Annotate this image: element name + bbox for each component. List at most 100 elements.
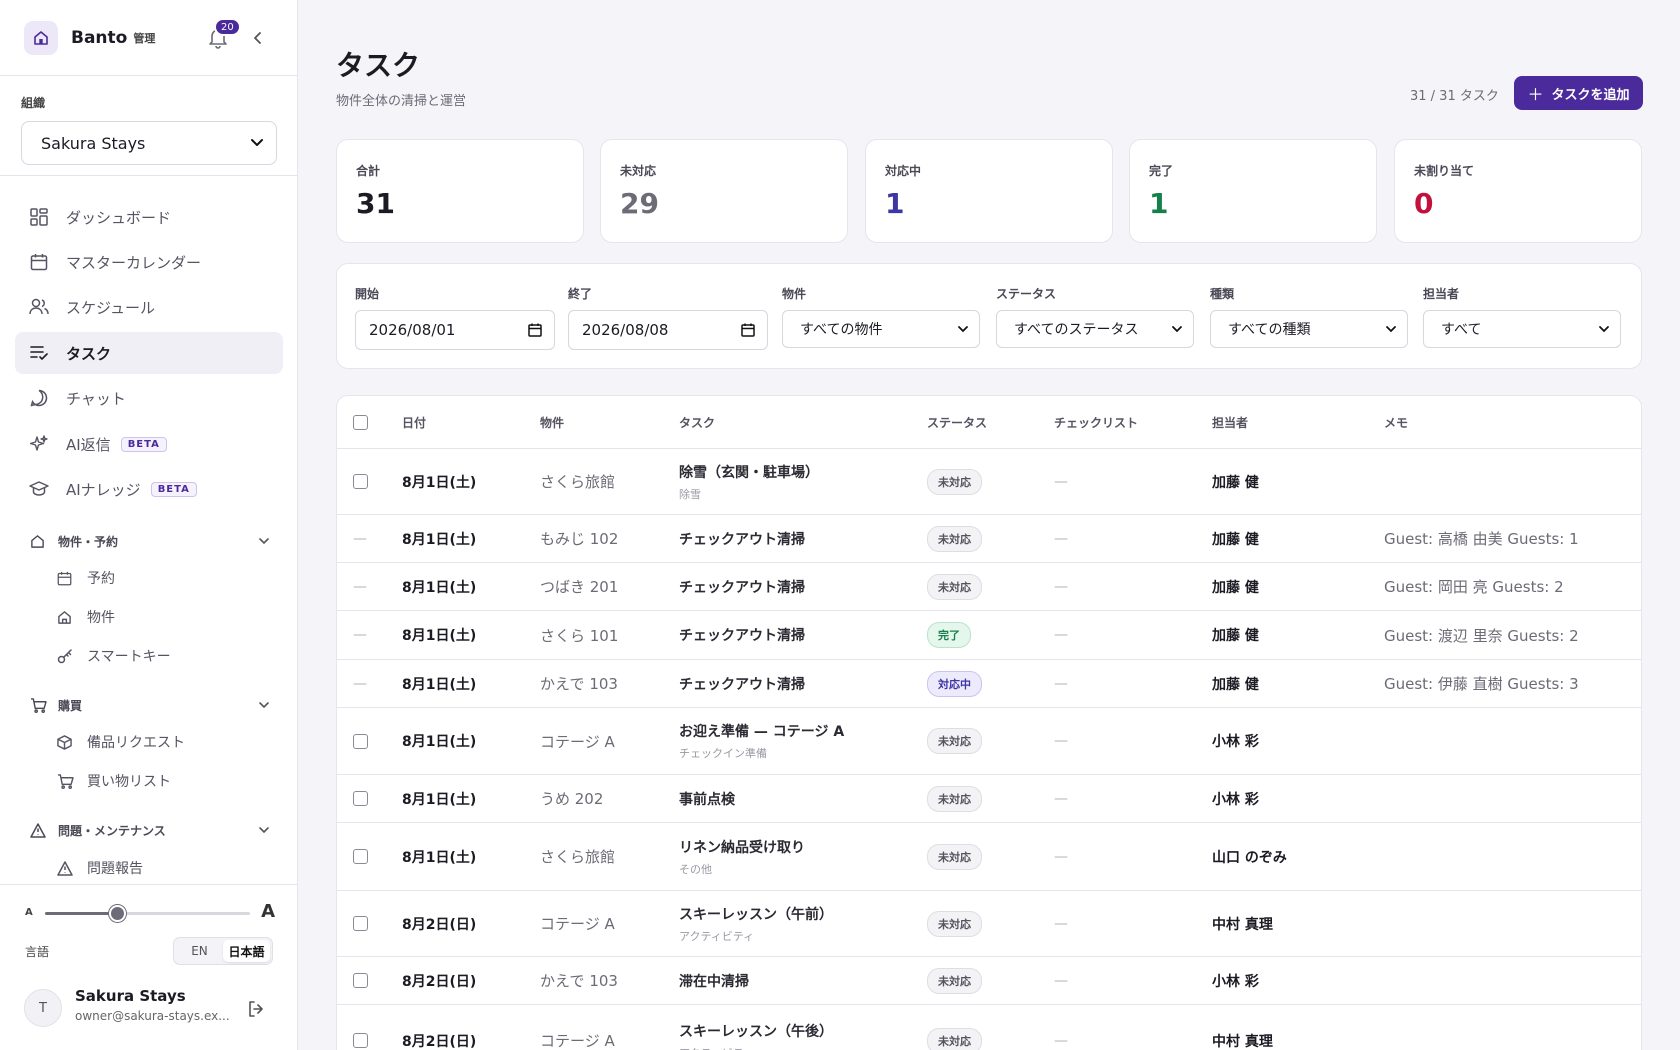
column-header-date[interactable]: 日付 [402,396,426,448]
slider-thumb[interactable] [108,905,126,922]
calendar-icon[interactable] [528,323,542,337]
column-header-task[interactable]: タスク [679,396,715,448]
task-title[interactable]: お迎え準備 — コテージ A [679,721,844,741]
task-title[interactable]: チェックアウト清掃 [679,577,805,597]
status-badge[interactable]: 未対応 [927,728,982,754]
task-title[interactable]: チェックアウト清掃 [679,674,805,694]
row-checkbox[interactable] [353,916,368,931]
task-title[interactable]: スキーレッスン（午後） [679,1021,833,1041]
status-badge[interactable]: 未対応 [927,910,982,937]
property-select[interactable]: すべての物件 [782,310,980,348]
sidebar-item-supply-requests[interactable]: 備品リクエスト [57,730,185,754]
task-cell[interactable]: チェックアウト清掃 [679,611,805,659]
table-row[interactable]: — 8月1日(土) かえで 103 チェックアウト清掃 対応中 — 加藤 健 Guest: 伊… [337,659,1641,707]
status-cell: 未対応 [927,891,982,956]
nav-item-tasks[interactable]: タスク [15,332,283,374]
checklist-cell: — [1054,515,1068,562]
task-cell[interactable]: 事前点検 [679,775,735,822]
status-badge[interactable]: 対応中 [927,670,982,697]
status-select[interactable]: すべてのステータス [996,310,1194,348]
table-row[interactable]: — 8月1日(土) さくら 101 チェックアウト清掃 完了 — 加藤 健 Guest: 渡辺… [337,610,1641,659]
row-checkbox[interactable] [353,849,368,864]
task-cell[interactable]: お迎え準備 — コテージ A チェックイン準備 [679,708,844,774]
status-badge[interactable]: 未対応 [927,573,982,600]
checklist-value: — [1054,733,1068,749]
table-row[interactable]: — 8月1日(土) つばき 201 チェックアウト清掃 未対応 — 加藤 健 Guest: 岡… [337,562,1641,610]
task-title[interactable]: チェックアウト清掃 [679,625,805,645]
sidebar-item-smart-key[interactable]: スマートキー [57,644,171,668]
task-title[interactable]: チェックアウト清掃 [679,529,805,549]
task-date: 8月1日(土) [402,676,477,693]
nav-item-ai-knowledge[interactable]: AIナレッジ BETA [15,468,283,510]
table-row[interactable]: 8月2日(日) かえで 103 滞在中清掃 未対応 — 小林 彩 [337,956,1641,1004]
task-cell[interactable]: 滞在中清掃 [679,957,749,1004]
nav-item-dashboard[interactable]: ダッシュボード [15,196,283,238]
column-header-checklist[interactable]: チェックリスト [1054,396,1138,448]
table-row[interactable]: 8月1日(土) さくら旅館 除雪（玄関・駐車場） 除雪 未対応 — 加藤 健 [337,448,1641,514]
task-date: 8月1日(土) [402,734,477,750]
task-cell[interactable]: スキーレッスン（午前） アクティビティ [679,891,833,956]
row-checkbox[interactable] [353,791,368,806]
section-properties-bookings[interactable]: 物件・予約 [30,530,270,552]
assignee-select[interactable]: すべて [1423,310,1621,348]
status-badge[interactable]: 未対応 [927,525,982,552]
select-all-checkbox[interactable] [353,414,368,430]
status-badge[interactable]: 完了 [927,622,971,648]
sidebar-item-shopping-list[interactable]: 買い物リスト [57,769,171,793]
sidebar-item-reservations[interactable]: 予約 [57,566,115,590]
task-title[interactable]: 滞在中清掃 [679,971,749,991]
task-cell[interactable]: 除雪（玄関・駐車場） 除雪 [679,449,819,514]
task-date: 8月1日(土) [402,579,477,596]
task-cell[interactable]: リネン納品受け取り その他 [679,823,805,890]
sidebar-item-properties[interactable]: 物件 [57,605,115,629]
row-checkbox[interactable] [353,474,368,489]
nav-item-schedule[interactable]: スケジュール [15,286,283,328]
assignee-cell: 加藤 健 [1212,563,1259,610]
logout-icon[interactable] [246,999,266,1023]
task-title[interactable]: スキーレッスン（午前） [679,904,833,924]
lang-ja-button[interactable]: 日本語 [223,940,270,962]
nav-item-master-calendar[interactable]: マスターカレンダー [15,241,283,283]
type-select[interactable]: すべての種類 [1210,310,1408,348]
status-badge[interactable]: 未対応 [927,468,982,495]
lang-en-button[interactable]: EN [176,940,223,962]
start-date-input[interactable]: 2026/08/01 [355,310,555,350]
status-badge[interactable]: 未対応 [927,785,982,812]
table-row[interactable]: 8月1日(土) さくら旅館 リネン納品受け取り その他 未対応 — 山口 のぞみ [337,822,1641,890]
status-badge[interactable]: 未対応 [927,843,982,870]
end-date-input[interactable]: 2026/08/08 [568,310,768,350]
font-size-slider[interactable]: A A [25,901,275,923]
task-cell[interactable]: スキーレッスン（午後） アクティビティ [679,1005,833,1050]
row-checkbox[interactable] [353,733,368,749]
org-select[interactable]: Sakura Stays [21,121,277,165]
row-checkbox[interactable] [353,973,368,988]
section-purchasing[interactable]: 購買 [30,694,270,716]
table-row[interactable]: 8月1日(土) うめ 202 事前点検 未対応 — 小林 彩 [337,774,1641,822]
calendar-icon[interactable] [741,323,755,337]
checklist-value: — [1054,915,1068,932]
task-cell[interactable]: チェックアウト清掃 [679,515,805,562]
task-title[interactable]: 事前点検 [679,789,735,809]
sidebar-item-issue-report[interactable]: 問題報告 [57,856,143,880]
task-cell[interactable]: チェックアウト清掃 [679,563,805,610]
nav-item-ai-reply[interactable]: AI返信 BETA [15,423,283,465]
table-row[interactable]: 8月2日(日) コテージ A スキーレッスン（午前） アクティビティ 未対応 — 中村 真理 [337,890,1641,956]
table-row[interactable]: 8月2日(日) コテージ A スキーレッスン（午後） アクティビティ 未対応 — 中村 真理 [337,1004,1641,1050]
section-issues-maintenance[interactable]: 問題・メンテナンス [30,819,270,841]
table-row[interactable]: 8月1日(土) コテージ A お迎え準備 — コテージ A チェックイン準備 未対応 — 小… [337,707,1641,774]
column-header-memo[interactable]: メモ [1384,396,1408,448]
table-row[interactable]: — 8月1日(土) もみじ 102 チェックアウト清掃 未対応 — 加藤 健 Guest: 高… [337,514,1641,562]
column-header-status[interactable]: ステータス [927,396,987,448]
row-checkbox[interactable] [353,1033,368,1048]
nav-item-chat[interactable]: チャット [15,377,283,419]
status-badge[interactable]: 未対応 [927,1027,982,1050]
collapse-sidebar-icon[interactable] [250,28,266,48]
add-task-button[interactable]: ＋ タスクを追加 [1514,76,1643,110]
checklist-value: — [1054,790,1068,807]
column-header-assignee[interactable]: 担当者 [1212,396,1248,448]
status-badge[interactable]: 未対応 [927,967,982,994]
task-title[interactable]: リネン納品受け取り [679,837,805,857]
task-cell[interactable]: チェックアウト清掃 [679,660,805,707]
task-title[interactable]: 除雪（玄関・駐車場） [679,462,819,482]
column-header-property[interactable]: 物件 [540,396,564,448]
